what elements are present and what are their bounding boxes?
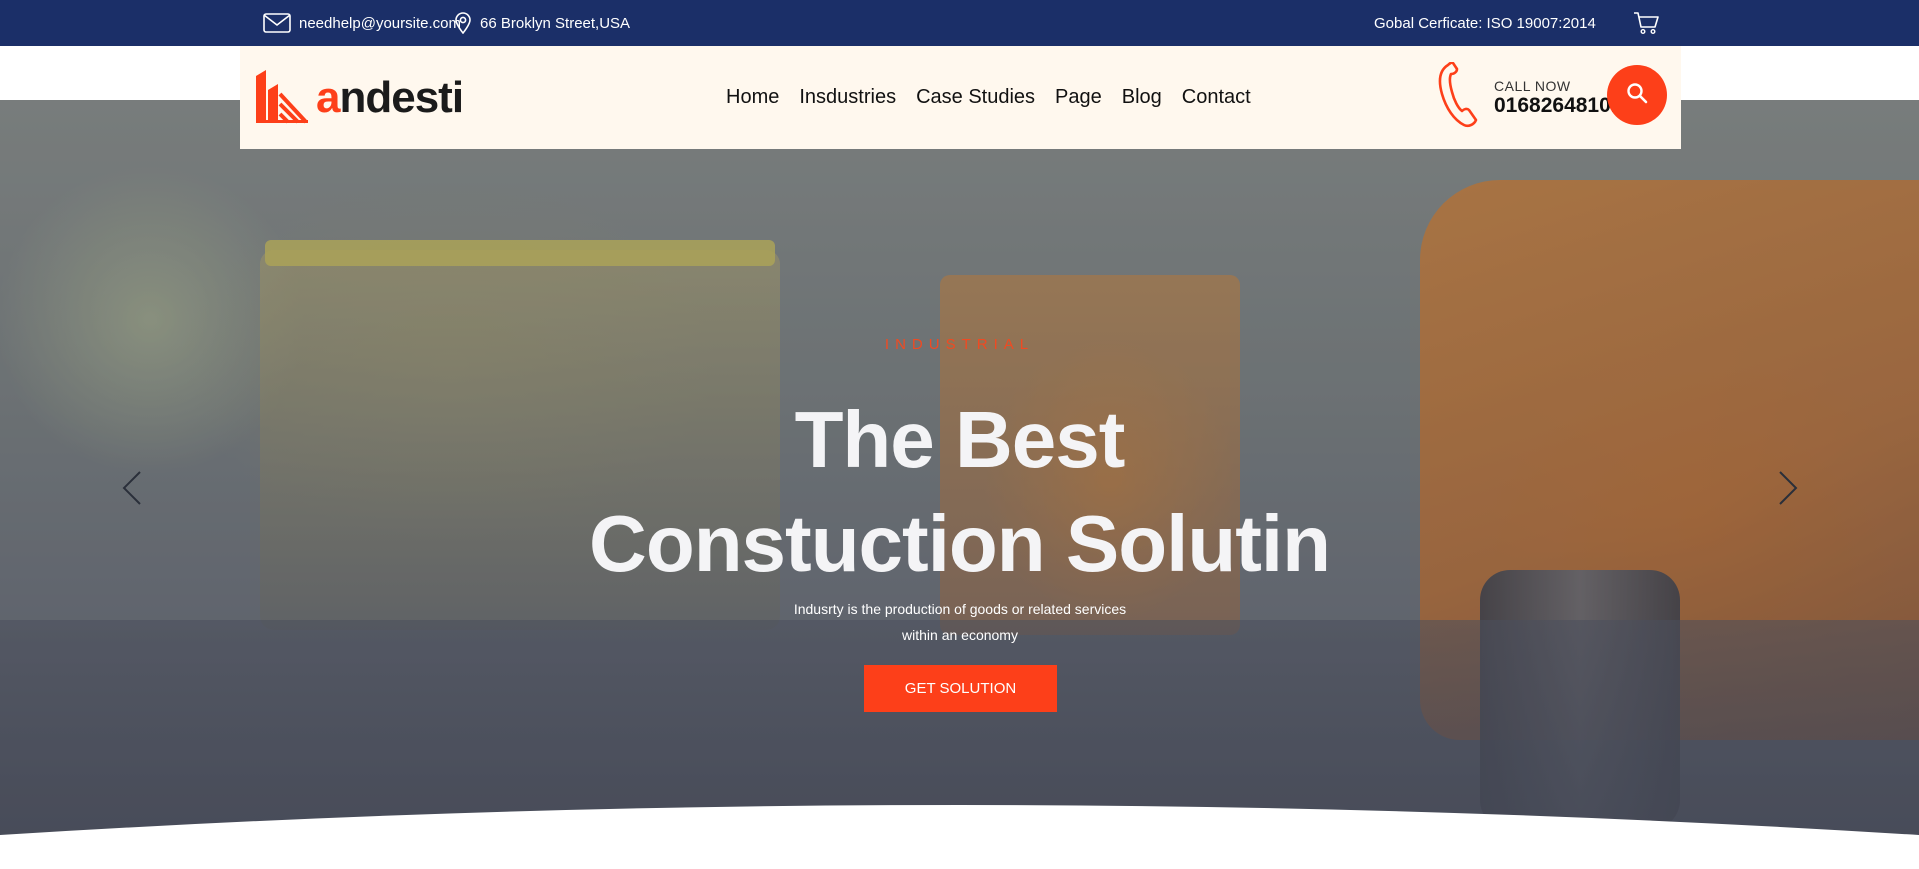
site-logo[interactable]: andesti [254,68,464,129]
hero-title: The Best Constuction Solutin [0,388,1919,596]
main-nav: Home Insdustries Case Studies Page Blog … [726,46,1251,149]
call-number: 01682648101 [1494,93,1623,117]
envelope-icon [263,13,291,33]
phone-icon [1436,60,1478,133]
cart-icon [1633,11,1659,35]
topbar-address: 66 Broklyn Street,USA [454,0,630,46]
nav-page[interactable]: Page [1055,86,1102,109]
nav-home[interactable]: Home [726,86,779,109]
chevron-left-icon [122,470,142,511]
logo-first-letter: a [316,73,341,122]
search-button[interactable] [1607,65,1667,125]
call-now[interactable]: CALL NOW 01682648101 [1436,60,1622,133]
hero-slider: INDUSTRIAL The Best Constuction Solutin … [0,100,1919,869]
topbar-email-text: needhelp@yoursite.com [299,14,461,32]
topbar-certificate: Gobal Cerficate: ISO 19007:2014 [1374,0,1596,46]
logo-rest: ndesti [339,73,464,122]
topbar-address-text: 66 Broklyn Street,USA [480,14,631,32]
nav-case-studies[interactable]: Case Studies [916,86,1035,109]
cart-button[interactable] [1632,0,1660,46]
building-logo-icon [254,68,310,129]
hero-title-line1: The Best [794,395,1126,484]
nav-industries[interactable]: Insdustries [799,86,896,109]
call-label: CALL NOW [1494,77,1571,94]
topbar: needhelp@yoursite.com 66 Broklyn Street,… [0,0,1919,46]
hero-title-line2: Constuction Solutin [589,499,1331,588]
map-pin-icon [454,12,472,34]
get-solution-button[interactable]: GET SOLUTION [864,665,1057,712]
topbar-email[interactable]: needhelp@yoursite.com [263,0,461,46]
nav-blog[interactable]: Blog [1122,86,1162,109]
slider-prev-button[interactable] [112,460,152,520]
hero-content: INDUSTRIAL The Best Constuction Solutin … [0,100,1919,869]
slider-next-button[interactable] [1768,460,1808,520]
call-texts: CALL NOW 01682648101 [1494,79,1622,116]
hero-subtitle: Indusrty is the production of goods or r… [793,601,1127,643]
topbar-certificate-text: Gobal Cerficate: ISO 19007:2014 [1374,14,1596,32]
main-header: andesti Home Insdustries Case Studies Pa… [240,46,1681,149]
nav-contact[interactable]: Contact [1182,86,1251,109]
hero-eyebrow: INDUSTRIAL [884,336,1035,353]
logo-text: andesti [316,73,464,123]
chevron-right-icon [1778,470,1798,511]
search-icon [1626,82,1648,109]
